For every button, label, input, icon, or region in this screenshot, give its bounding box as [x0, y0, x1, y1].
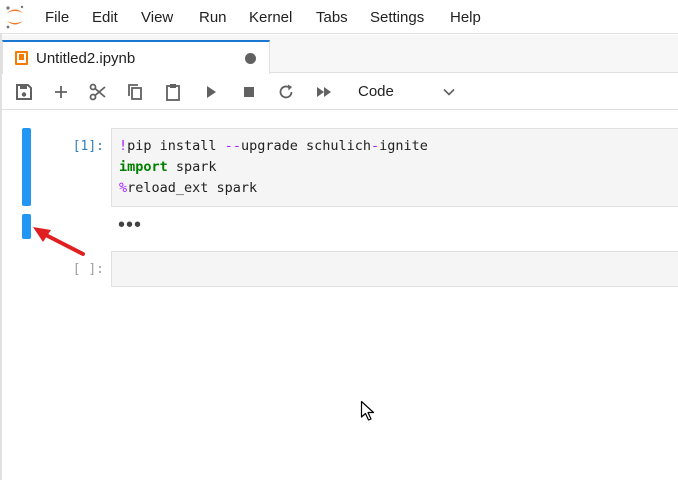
cell-input-collapser[interactable]: [22, 128, 31, 206]
stop-icon[interactable]: [239, 82, 259, 102]
restart-icon[interactable]: [276, 82, 296, 102]
code-cell-input[interactable]: !pip install --upgrade schulich-ignite i…: [111, 128, 678, 207]
menu-settings[interactable]: Settings: [370, 9, 424, 26]
tab-untitled2[interactable]: Untitled2.ipynb: [2, 40, 270, 74]
notebook-toolbar: Code: [2, 74, 678, 110]
cut-icon[interactable]: [88, 82, 108, 102]
code-token: -: [371, 138, 380, 154]
menu-tabs[interactable]: Tabs: [316, 9, 348, 26]
code-token: !: [119, 138, 128, 154]
code-line: import spark: [119, 159, 217, 175]
unsaved-indicator-icon[interactable]: [245, 53, 256, 64]
annotation-arrow-icon: [33, 227, 85, 256]
menu-edit[interactable]: Edit: [92, 9, 118, 26]
code-line: %reload_ext spark: [119, 180, 257, 196]
menu-kernel[interactable]: Kernel: [249, 9, 292, 26]
menu-run[interactable]: Run: [199, 9, 227, 26]
save-icon[interactable]: [14, 82, 34, 102]
chevron-down-icon[interactable]: [442, 85, 456, 99]
jupyter-logo-icon: [6, 5, 24, 29]
code-token: pip install: [127, 138, 225, 154]
menu-bar: File Edit View Run Kernel Tabs Settings …: [0, 0, 678, 34]
menu-help[interactable]: Help: [450, 9, 481, 26]
code-token: --: [224, 138, 241, 154]
tab-label: Untitled2.ipynb: [36, 50, 136, 67]
code-line: !pip install --upgrade schulich-ignite: [119, 138, 428, 154]
code-token: ignite: [379, 138, 428, 154]
mouse-cursor-icon: [360, 400, 375, 421]
run-icon[interactable]: [201, 82, 221, 102]
fast-forward-icon[interactable]: [314, 82, 334, 102]
cell-prompt: [ ]:: [72, 262, 104, 277]
code-token: spark: [167, 159, 217, 175]
code-token: %: [119, 180, 128, 196]
code-token: reload_ext spark: [127, 180, 258, 196]
code-token: import: [119, 159, 168, 175]
collapsed-output-ellipsis[interactable]: •••: [118, 214, 142, 237]
copy-icon[interactable]: [125, 82, 145, 102]
code-token: upgrade schulich: [240, 138, 371, 154]
cell-type-select[interactable]: Code: [358, 83, 394, 100]
menu-file[interactable]: File: [45, 9, 69, 26]
add-icon[interactable]: [51, 82, 71, 102]
notebook-icon: [15, 51, 28, 65]
code-cell-input[interactable]: [111, 251, 678, 287]
cell-prompt: [1]:: [72, 139, 104, 154]
menu-view[interactable]: View: [141, 9, 173, 26]
paste-icon[interactable]: [163, 82, 183, 102]
